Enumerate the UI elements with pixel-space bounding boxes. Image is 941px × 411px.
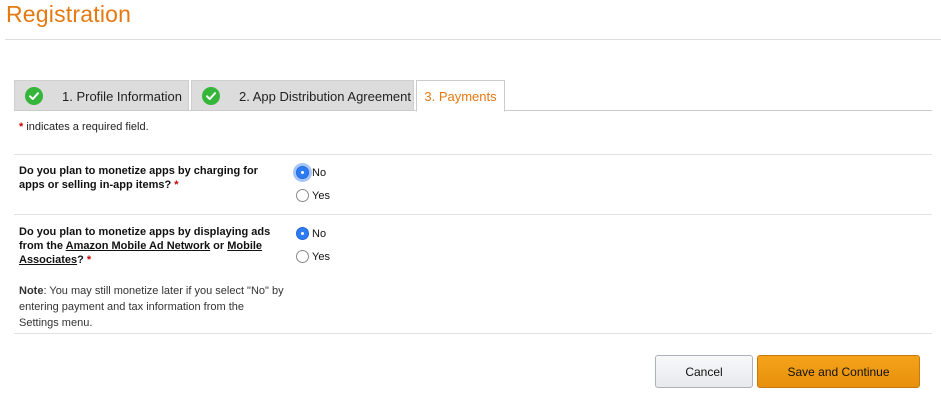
tab-label: 2. App Distribution Agreement [239,88,411,104]
question-charging: Do you plan to monetize apps by charging… [19,164,279,192]
save-and-continue-button[interactable]: Save and Continue [757,355,920,388]
row-divider [14,333,932,334]
radio-label: No [312,227,327,240]
registration-tabs: 1. Profile Information 2. App Distributi… [14,80,507,112]
radio-label: No [312,166,327,179]
required-asterisk: * [86,254,92,266]
charging-no-option[interactable]: No [296,166,326,179]
check-circle-icon [202,87,220,105]
radio-label: Yes [312,250,330,263]
charging-no-radio[interactable] [296,166,309,179]
question-text: ? [77,254,84,266]
radio-label: Yes [312,189,330,202]
question-ads: Do you plan to monetize apps by displayi… [19,225,279,267]
row-divider [14,154,932,155]
check-circle-icon [25,87,43,105]
tab-label: 3. Payments [424,88,497,104]
note-label: Note [19,285,44,297]
amazon-mobile-ad-network-link[interactable]: Amazon Mobile Ad Network [66,240,210,252]
ads-yes-radio[interactable] [296,250,309,263]
note-text: : You may still monetize later if you se… [19,285,284,329]
required-field-note: * indicates a required field. [19,121,149,133]
tab-app-distribution-agreement[interactable]: 2. App Distribution Agreement [191,80,414,111]
title-divider [5,39,941,40]
monetize-note: Note: You may still monetize later if yo… [19,283,284,331]
required-note-text: indicates a required field. [23,121,149,133]
cancel-button[interactable]: Cancel [655,355,753,388]
page-title: Registration [6,1,132,27]
required-asterisk: * [174,179,179,191]
charging-yes-radio[interactable] [296,189,309,202]
ads-no-radio[interactable] [296,227,309,240]
tab-profile-information[interactable]: 1. Profile Information [14,80,189,111]
question-text: Do you plan to monetize apps by charging… [19,165,258,191]
ads-no-option[interactable]: No [296,227,326,240]
charging-yes-option[interactable]: Yes [296,189,330,202]
ads-yes-option[interactable]: Yes [296,250,330,263]
tab-payments[interactable]: 3. Payments [416,80,505,112]
tab-label: 1. Profile Information [62,88,182,104]
question-text: or [210,240,228,252]
row-divider [14,214,932,215]
